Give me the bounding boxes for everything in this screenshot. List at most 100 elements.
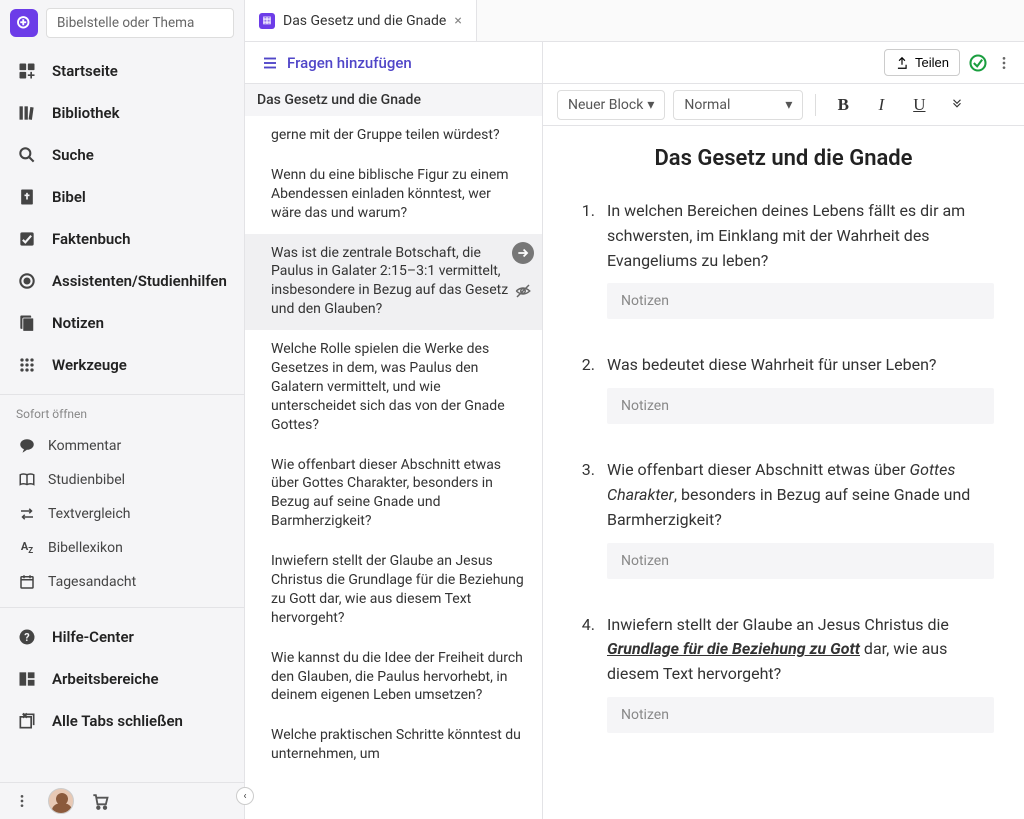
question-item[interactable]: Was ist die zentrale Botschaft, die Paul… <box>245 234 542 331</box>
question-panel: Fragen hinzufügen Das Gesetz und die Gna… <box>245 42 543 819</box>
nav-label: Suche <box>52 146 94 164</box>
footer-more-button[interactable] <box>8 787 36 815</box>
document-body[interactable]: Das Gesetz und die Gnade 1.In welchen Be… <box>543 126 1024 819</box>
tools-icon <box>16 354 38 376</box>
nav-label: Faktenbuch <box>52 230 130 248</box>
quick-devotional[interactable]: Tagesandacht <box>0 565 244 599</box>
question-item[interactable]: Wie kannst du die Idee der Freiheit durc… <box>245 639 542 717</box>
upload-icon <box>895 56 909 70</box>
add-questions-label: Fragen hinzufügen <box>287 54 412 72</box>
svg-text:?: ? <box>24 631 29 644</box>
question-hide-button[interactable] <box>512 280 534 302</box>
nav-tools[interactable]: Werkzeuge <box>0 344 244 386</box>
app-logo[interactable] <box>10 9 38 37</box>
quick-text-compare[interactable]: Textvergleich <box>0 497 244 531</box>
style-label: Normal <box>684 97 730 113</box>
sidebar-collapse-button[interactable]: ‹ <box>236 787 254 805</box>
question-number: 3. <box>573 458 595 532</box>
home-icon <box>16 60 38 82</box>
question-number: 1. <box>573 199 595 273</box>
question-item[interactable]: Welche praktischen Schritte könntest du … <box>245 716 542 775</box>
compare-icon <box>16 503 38 525</box>
question-item[interactable]: gerne mit der Gruppe teilen würdest? <box>245 116 542 156</box>
sync-check-icon <box>968 53 988 73</box>
nav-search[interactable]: Suche <box>0 134 244 176</box>
user-avatar[interactable] <box>48 788 74 814</box>
share-label: Teilen <box>915 55 949 70</box>
block-type-label: Neuer Block <box>568 97 643 113</box>
notes-placeholder[interactable]: Notizen <box>607 388 994 424</box>
bible-icon <box>16 186 38 208</box>
question-panel-title: Das Gesetz und die Gnade <box>245 84 542 116</box>
document-question[interactable]: 4.Inwiefern stellt der Glaube an Jesus C… <box>573 613 994 687</box>
nav-label: Bibel <box>52 188 86 206</box>
search-icon <box>16 144 38 166</box>
block-type-dropdown[interactable]: Neuer Block ▾ <box>557 90 665 120</box>
nav-close-tabs[interactable]: Alle Tabs schließen <box>0 700 244 742</box>
help-icon: ? <box>16 626 38 648</box>
document-question[interactable]: 2. Was bedeutet diese Wahrheit für unser … <box>573 353 994 378</box>
nav-bible[interactable]: Bibel <box>0 176 244 218</box>
add-questions-button[interactable]: Fragen hinzufügen <box>255 50 418 76</box>
nav-label: Tagesandacht <box>48 574 136 590</box>
notes-placeholder[interactable]: Notizen <box>607 283 994 319</box>
nav-label: Werkzeuge <box>52 356 127 374</box>
nav-label: Assistenten/Studienhilfen <box>52 272 227 290</box>
quick-lexicon[interactable]: AZ Bibellexikon <box>0 531 244 565</box>
nav-label: Startseite <box>52 62 118 80</box>
question-text[interactable]: Was bedeutet diese Wahrheit für unser Le… <box>607 353 994 378</box>
format-more-button[interactable] <box>942 90 972 120</box>
bold-button[interactable]: B <box>828 90 858 120</box>
notes-placeholder[interactable]: Notizen <box>607 543 994 579</box>
question-item[interactable]: Inwiefern stellt der Glaube an Jesus Chr… <box>245 542 542 639</box>
notes-placeholder[interactable]: Notizen <box>607 697 994 733</box>
quick-study-bible[interactable]: Studienbibel <box>0 463 244 497</box>
editor-more-button[interactable] <box>996 55 1012 71</box>
question-list[interactable]: gerne mit der Gruppe teilen würdest? Wen… <box>245 116 542 819</box>
underline-button[interactable]: U <box>904 90 934 120</box>
tab-close-button[interactable]: × <box>454 13 461 29</box>
global-search-input[interactable]: Bibelstelle oder Thema <box>46 8 234 38</box>
document-question[interactable]: 1.In welchen Bereichen deines Lebens fäl… <box>573 199 994 273</box>
italic-button[interactable]: I <box>866 90 896 120</box>
document-tab[interactable]: ▦ Das Gesetz und die Gnade × <box>245 0 477 41</box>
nav-label: Arbeitsbereiche <box>52 670 159 688</box>
nav-label: Alle Tabs schließen <box>52 712 183 730</box>
nav-workspaces[interactable]: Arbeitsbereiche <box>0 658 244 700</box>
nav-notes[interactable]: Notizen <box>0 302 244 344</box>
hamburger-icon <box>261 54 279 72</box>
quick-commentary[interactable]: Kommentar <box>0 429 244 463</box>
chevron-down-icon: ▾ <box>785 97 792 113</box>
question-item[interactable]: Wie offenbart dieser Abschnitt etwas übe… <box>245 446 542 543</box>
paragraph-style-dropdown[interactable]: Normal ▾ <box>673 90 803 120</box>
question-go-button[interactable] <box>512 242 534 264</box>
nav-label: Studienbibel <box>48 472 125 488</box>
workspaces-icon <box>16 668 38 690</box>
nav-label: Bibellexikon <box>48 540 123 556</box>
question-text[interactable]: Inwiefern stellt der Glaube an Jesus Chr… <box>607 613 994 687</box>
factbook-icon <box>16 228 38 250</box>
nav-help[interactable]: ? Hilfe-Center <box>0 616 244 658</box>
close-tabs-icon <box>16 710 38 732</box>
question-item[interactable]: Wenn du eine biblische Figur zu einem Ab… <box>245 156 542 234</box>
document-title[interactable]: Das Gesetz und die Gnade <box>573 146 994 171</box>
share-button[interactable]: Teilen <box>884 49 960 76</box>
cart-button[interactable] <box>86 787 114 815</box>
calendar-icon <box>16 571 38 593</box>
nav-library[interactable]: Bibliothek <box>0 92 244 134</box>
nav-factbook[interactable]: Faktenbuch <box>0 218 244 260</box>
question-text[interactable]: Wie offenbart dieser Abschnitt etwas übe… <box>607 458 994 532</box>
chevron-down-icon: ▾ <box>647 97 654 113</box>
document-tab-icon: ▦ <box>259 13 275 29</box>
nav-label: Notizen <box>52 314 104 332</box>
nav-guides[interactable]: Assistenten/Studienhilfen <box>0 260 244 302</box>
nav-label: Hilfe-Center <box>52 628 134 646</box>
lexicon-icon: AZ <box>16 537 38 559</box>
question-text[interactable]: In welchen Bereichen deines Lebens fällt… <box>607 199 994 273</box>
nav-label: Kommentar <box>48 438 121 454</box>
app-sidebar: Bibelstelle oder Thema Startseite Biblio… <box>0 0 245 819</box>
question-number: 2. <box>573 353 595 378</box>
nav-home[interactable]: Startseite <box>0 50 244 92</box>
document-question[interactable]: 3.Wie offenbart dieser Abschnitt etwas ü… <box>573 458 994 532</box>
question-item[interactable]: Welche Rolle spielen die Werke des Geset… <box>245 330 542 445</box>
